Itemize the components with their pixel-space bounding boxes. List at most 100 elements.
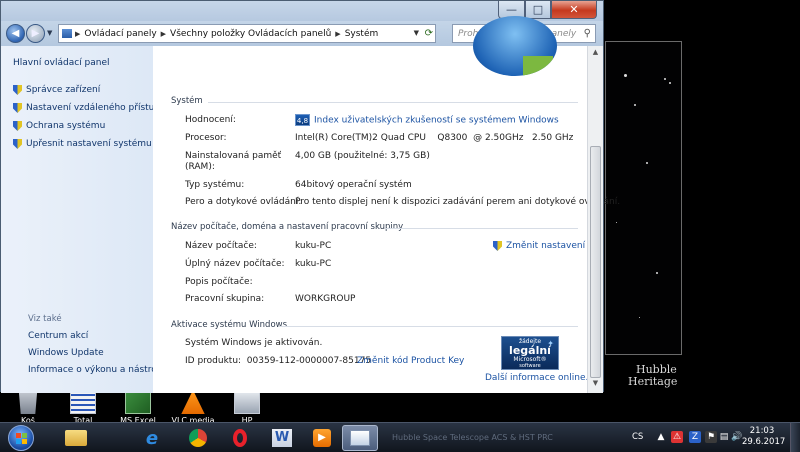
taskbar-explorer[interactable] — [58, 425, 94, 451]
scrollbar-thumb[interactable] — [590, 146, 601, 378]
scroll-down-icon[interactable]: ▼ — [590, 379, 601, 391]
chevron-down-icon: ▼ — [47, 29, 53, 37]
product-id-value: 00359-112-0000007-85175 — [246, 356, 372, 366]
system-type-label: Typ systému: — [185, 180, 245, 190]
workgroup-value: WORKGROUP — [295, 294, 356, 304]
hp-printer-icon — [234, 390, 260, 414]
word-icon: W — [272, 429, 292, 447]
desktop-icon-hp[interactable]: HP — [224, 390, 270, 425]
show-hidden-icons[interactable]: ▲ — [655, 431, 667, 443]
sidebar-item-remote-settings[interactable]: Nastavení vzdáleného přístupu — [13, 102, 166, 114]
uac-shield-icon — [13, 121, 22, 131]
zoner-tray-icon[interactable]: Z — [689, 431, 701, 443]
section-title-activation: Aktivace systému Windows — [171, 320, 288, 330]
flag-tray-icon[interactable]: ⚑ — [705, 431, 717, 443]
section-divider — [279, 326, 578, 327]
opera-icon — [233, 429, 247, 447]
ram-value: 4,00 GB (použitelné: 3,75 GB) — [295, 151, 430, 161]
sidebar-item-system-protection[interactable]: Ochrana systému — [13, 120, 105, 132]
desktop-icon-excel[interactable]: MS Excel — [115, 390, 161, 425]
breadcrumb-separator-icon[interactable]: ▶ — [75, 30, 80, 38]
change-settings-label: Změnit nastavení — [506, 241, 586, 251]
desktop-icon-vlc[interactable]: VLC media — [170, 390, 216, 425]
desktop-icon-total[interactable]: Total — [60, 390, 106, 425]
desktop-icon-recycle-bin[interactable]: Koš — [5, 390, 51, 425]
maximize-button[interactable]: □ — [525, 1, 551, 19]
arrow-left-icon: ◀ — [11, 28, 20, 39]
breadcrumb-separator-icon[interactable]: ▶ — [161, 30, 166, 38]
close-button[interactable]: ✕ — [551, 1, 597, 19]
breadcrumb-control-panel[interactable]: Ovládací panely — [84, 29, 156, 39]
uac-shield-icon — [13, 85, 22, 95]
sidebar-item-label: Správce zařízení — [26, 85, 101, 95]
back-button[interactable]: ◀ — [6, 24, 25, 43]
history-dropdown-button[interactable]: ▼ — [47, 29, 52, 37]
sidebar: Hlavní ovládací panel Správce zařízení N… — [1, 46, 166, 393]
rating-value[interactable]: 4,8 Index uživatelských zkušeností se sys… — [295, 114, 559, 127]
full-computer-name-value: kuku-PC — [295, 259, 332, 269]
show-desktop-button[interactable] — [790, 423, 800, 452]
breadcrumb-separator-icon[interactable]: ▶ — [335, 30, 340, 38]
hubble-heritage-logo: Hubble Heritage — [628, 364, 698, 388]
sidebar-item-device-manager[interactable]: Správce zařízení — [13, 84, 100, 96]
system-window-icon — [350, 430, 370, 446]
chrome-icon — [189, 429, 207, 447]
genuine-microsoft-badge[interactable]: ✦ žádejte legální Microsoft® software — [501, 336, 559, 370]
clock-time: 21:03 — [749, 426, 775, 436]
section-title-system: Systém — [171, 96, 203, 106]
scroll-up-icon[interactable]: ▲ — [590, 48, 601, 60]
excel-icon — [125, 390, 151, 414]
computer-name-value: kuku-PC — [295, 241, 332, 251]
antivirus-tray-icon[interactable]: ⚠ — [671, 431, 683, 443]
taskbar-media-player[interactable]: ▶ — [304, 425, 340, 451]
breadcrumb-all-items[interactable]: Všechny položky Ovládacích panelů — [170, 29, 331, 39]
see-also-performance-info[interactable]: Informace o výkonu a nástroje — [28, 365, 165, 375]
breadcrumb-system[interactable]: Systém — [345, 29, 379, 39]
clock[interactable]: 21:03 29.6.2017 — [742, 426, 786, 448]
taskbar-word[interactable]: W — [264, 425, 300, 451]
sidebar-home-link[interactable]: Hlavní ovládací panel — [13, 58, 110, 68]
hubble-logo-line: Heritage — [628, 375, 678, 388]
more-info-online-link[interactable]: Další informace online... — [485, 373, 594, 383]
clock-date: 29.6.2017 — [742, 437, 786, 447]
ram-label: Nainstalovaná paměť (RAM): — [185, 151, 282, 172]
start-button[interactable] — [4, 423, 38, 452]
network-icon[interactable]: ▤ — [718, 431, 730, 443]
refresh-icon[interactable]: ⟳ — [425, 28, 433, 39]
recycle-bin-icon — [18, 392, 38, 414]
experience-index-link[interactable]: Index uživatelských zkušeností se systém… — [314, 116, 559, 126]
taskbar-faded-title[interactable]: Hubble Space Telescope ACS & HST PRC — [392, 429, 617, 447]
search-icon[interactable]: ⚲ — [584, 28, 591, 39]
activation-status: Systém Windows je aktivován. — [185, 338, 323, 348]
total-commander-icon — [70, 390, 96, 414]
vertical-scrollbar[interactable]: ▲ ▼ — [587, 46, 603, 393]
change-settings-link[interactable]: Změnit nastavení — [493, 241, 585, 251]
system-type-value: 64bitový operační systém — [295, 180, 412, 190]
section-divider — [208, 102, 578, 103]
change-product-key-link[interactable]: Změnit kód Product Key — [357, 356, 464, 367]
sidebar-item-label: Ochrana systému — [26, 121, 106, 131]
taskbar-opera[interactable] — [222, 425, 258, 451]
uac-shield-icon — [493, 241, 502, 251]
windows-start-icon — [8, 425, 34, 451]
full-computer-name-label: Úplný název počítače: — [185, 259, 285, 269]
see-also-windows-update[interactable]: Windows Update — [28, 348, 104, 358]
language-indicator[interactable]: CS — [632, 432, 643, 442]
taskbar-control-panel[interactable] — [342, 425, 378, 451]
address-dropdown-icon[interactable]: ▼ — [414, 29, 419, 37]
sidebar-item-advanced-settings[interactable]: Upřesnit nastavení systému — [13, 138, 152, 150]
taskbar: e W ▶ Hubble Space Telescope ACS & HST P… — [0, 422, 800, 452]
control-panel-small-icon — [62, 29, 72, 38]
processor-label: Procesor: — [185, 133, 227, 143]
system-window: — □ ✕ ◀ ▶ ▼ ▶ Ovládací panely ▶ Všechny … — [0, 0, 620, 393]
forward-button[interactable]: ▶ — [26, 24, 45, 43]
taskbar-chrome[interactable] — [180, 425, 216, 451]
close-icon: ✕ — [569, 3, 579, 16]
performance-score-badge[interactable]: 4,8 — [295, 114, 310, 126]
star-icon: ✦ — [547, 339, 554, 348]
see-also-action-center[interactable]: Centrum akcí — [28, 331, 88, 341]
vlc-cone-icon — [181, 390, 205, 414]
taskbar-internet-explorer[interactable]: e — [134, 425, 170, 451]
see-also-heading: Viz také — [28, 314, 62, 324]
address-bar[interactable]: ▶ Ovládací panely ▶ Všechny položky Ovlá… — [58, 24, 436, 43]
